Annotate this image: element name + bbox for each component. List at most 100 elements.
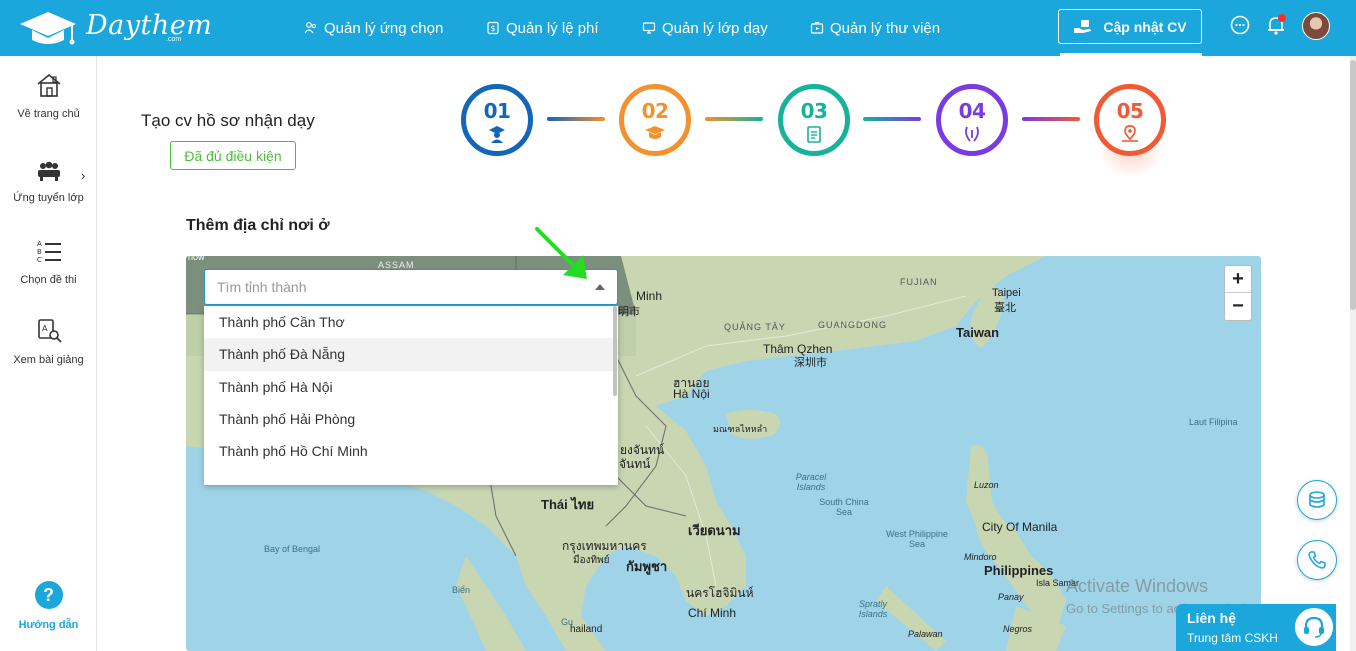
nav-quan-ly-thu-vien[interactable]: Quản lý thư viện	[810, 0, 940, 56]
step-number: 01	[483, 99, 511, 123]
contact-title: Liên hệ	[1187, 610, 1237, 626]
nav-label: Quản lý lớp dạy	[662, 19, 768, 37]
page-title: Tạo cv hồ sơ nhận dạy	[141, 111, 315, 130]
graduation-cap-icon	[20, 12, 76, 45]
chevron-right-icon[interactable]: ›	[81, 168, 85, 183]
map-label: City Of Manila	[982, 520, 1058, 534]
database-icon	[1309, 491, 1325, 508]
step-5[interactable]: 05	[1094, 84, 1166, 156]
map-label: Philippines	[984, 563, 1054, 578]
logo-sub: .com	[166, 36, 182, 43]
update-cv-button[interactable]: Cập nhật CV	[1058, 9, 1202, 44]
province-dropdown: Thành phố Cần Thơ Thành phố Đà Nẵng Thàn…	[204, 306, 618, 485]
library-icon	[810, 21, 824, 34]
map-label: hailand	[570, 624, 603, 635]
laurel-icon	[965, 126, 979, 142]
province-option[interactable]: Thành phố Hà Nội	[204, 371, 618, 403]
phone-icon	[1308, 551, 1326, 569]
nav-quan-ly-lop-day[interactable]: Quản lý lớp dạy	[642, 0, 768, 56]
caret-up-icon[interactable]	[595, 284, 605, 290]
map-label: South China Sea	[819, 497, 869, 517]
map-label: 明市	[618, 306, 640, 318]
step-number: 05	[1116, 99, 1144, 123]
dropdown-scrollbar[interactable]	[613, 306, 617, 396]
zoom-in-button[interactable]: +	[1225, 266, 1251, 293]
map-label: Laut Filipina	[1189, 417, 1238, 427]
phone-float-button[interactable]	[1297, 540, 1337, 580]
map-label: จันทน์	[619, 457, 651, 471]
svg-text:C: C	[37, 256, 42, 264]
svg-text:$: $	[490, 24, 495, 33]
chat-icon[interactable]	[1229, 14, 1251, 36]
green-arrow-icon	[535, 227, 587, 279]
map-zoom-controls: + −	[1224, 265, 1252, 321]
help-button[interactable]: ? Hướng dẫn	[0, 581, 97, 631]
users-icon	[304, 22, 317, 34]
province-option[interactable]: Thành phố Hải Phòng	[204, 403, 618, 435]
sidebar-item-lessons[interactable]: A Xem bài giảng	[0, 318, 97, 366]
map-label: มณฑลไหหลำ	[713, 424, 768, 434]
graduation-icon	[645, 126, 665, 139]
map-label: how	[188, 256, 205, 262]
nav-quan-ly-le-phi[interactable]: $ Quản lý lệ phí	[486, 0, 599, 56]
province-option[interactable]: Thành phố Cần Thơ	[204, 306, 618, 338]
map-label: GUANGDONG	[818, 320, 888, 330]
step-1[interactable]: 01	[461, 84, 533, 156]
svg-text:B: B	[37, 248, 42, 256]
sidebar-item-label: Ứng tuyển lớp	[13, 192, 84, 204]
map-label: Mindoro	[964, 552, 997, 562]
notification-dot	[1278, 14, 1286, 22]
province-option[interactable]: Thành phố Đà Nẵng	[204, 338, 618, 371]
group-icon	[37, 161, 60, 181]
logo[interactable]: Daythem .com	[18, 6, 212, 48]
map-label: Chí Minh	[688, 606, 737, 620]
question-icon: ?	[34, 581, 63, 609]
sidebar-item-exam[interactable]: ABC Chọn đề thi	[0, 238, 97, 286]
province-option[interactable]: Thành phố Hồ Chí Minh	[204, 435, 618, 467]
sidebar-item-label: Xem bài giảng	[13, 354, 84, 366]
step-4[interactable]: 04	[936, 84, 1008, 156]
headset-icon	[1293, 606, 1335, 648]
nav-label: Quản lý thư viện	[830, 19, 941, 37]
cv-hand-icon	[1074, 19, 1092, 33]
exam-list-icon: ABC	[37, 240, 61, 264]
map-label: มืองทิพย์	[573, 555, 610, 566]
map-label: กัมพูชา	[626, 559, 668, 574]
step-2[interactable]: 02	[619, 84, 691, 156]
svg-text:A: A	[37, 240, 42, 248]
lesson-search-icon: A	[37, 319, 62, 343]
avatar[interactable]	[1302, 12, 1330, 40]
map-label: Minh	[636, 289, 663, 303]
contact-support-widget[interactable]: Liên hệ Trung tâm CSKH	[1176, 604, 1336, 651]
zoom-out-button[interactable]: −	[1225, 293, 1251, 320]
status-badge: Đã đủ điều kiện	[170, 141, 296, 170]
sidebar-item-home[interactable]: Về trang chủ	[0, 72, 97, 120]
nav-label: Quản lý lệ phí	[506, 19, 599, 37]
map-label: Spratly Islands	[858, 599, 888, 619]
map-label: Biển	[452, 585, 471, 595]
update-cv-label: Cập nhật CV	[1103, 18, 1187, 35]
map-label: Negros	[1003, 624, 1033, 634]
map-label: Panay	[998, 592, 1024, 602]
map-label: Taipei	[992, 287, 1021, 299]
windows-watermark-title: Activate Windows	[1066, 576, 1209, 596]
map-label: 深圳市	[794, 357, 827, 369]
svg-text:A: A	[42, 324, 48, 333]
province-search-input[interactable]	[205, 270, 585, 304]
classroom-icon	[642, 22, 656, 34]
address-section-label: Thêm địa chỉ nơi ở	[186, 217, 330, 234]
map-label: Paracel Islands	[795, 472, 827, 492]
scroll-thumb[interactable]	[1350, 60, 1356, 310]
step-3[interactable]: 03	[778, 84, 850, 156]
top-navbar: Daythem .com Quản lý ứng chọn $ Quản lý …	[0, 0, 1356, 56]
home-icon	[36, 73, 61, 97]
sidebar: Về trang chủ Ứng tuyển lớp › ABC Chọn đề…	[0, 56, 97, 651]
page-scrollbar[interactable]	[1350, 56, 1356, 651]
fee-icon: $	[487, 21, 499, 35]
database-float-button[interactable]	[1297, 480, 1337, 520]
map-label: West Philippine Sea	[886, 529, 948, 549]
contact-subtitle: Trung tâm CSKH	[1187, 631, 1278, 645]
nav-quan-ly-ung-chon[interactable]: Quản lý ứng chọn	[304, 0, 443, 56]
step-connector	[863, 117, 921, 121]
step-connector	[1022, 117, 1080, 121]
